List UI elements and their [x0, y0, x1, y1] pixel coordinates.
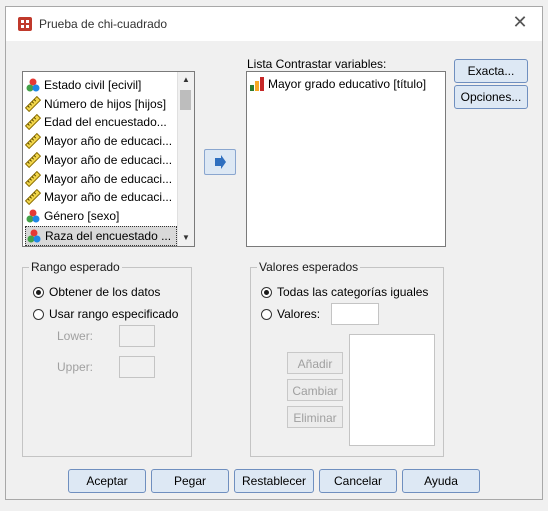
scale-icon	[24, 132, 42, 150]
source-item-label: Estado civil [ecivil]	[44, 78, 142, 92]
expected-range-group: Rango esperado Obtener de los datos Usar…	[22, 260, 192, 457]
list-item[interactable]: Mayor año de educaci...	[24, 151, 173, 169]
scale-icon	[24, 95, 42, 112]
arrow-right-icon	[215, 155, 226, 169]
radio-dot-icon	[33, 308, 44, 320]
expected-values-legend: Valores esperados	[257, 260, 361, 274]
values-input[interactable]	[331, 303, 379, 325]
radio-label: Todas las categorías iguales	[277, 285, 429, 299]
source-item-label: Mayor año de educaci...	[44, 190, 173, 205]
lower-input[interactable]	[119, 325, 155, 347]
move-variable-button[interactable]	[204, 149, 236, 175]
exact-button[interactable]: Exacta...	[454, 59, 528, 83]
scale-icon	[24, 170, 42, 187]
nominal-icon	[26, 228, 42, 244]
close-icon[interactable]: ✕	[510, 12, 530, 33]
source-item-label: Número de hijos [hijos]	[44, 96, 167, 111]
list-item[interactable]: Edad del encuestado...	[24, 113, 167, 131]
source-item-label: Mayor año de educaci...	[44, 152, 173, 167]
source-item-label: Mayor año de educaci...	[44, 171, 173, 186]
target-item-label: Mayor grado educativo [título]	[268, 77, 427, 91]
source-list-scrollbar[interactable]: ▲ ▼	[177, 72, 194, 246]
upper-input[interactable]	[119, 356, 155, 378]
expected-values-group: Valores esperados Todas las categorías i…	[250, 260, 444, 457]
add-button[interactable]: Añadir	[287, 352, 343, 374]
list-item[interactable]: Mayor grado educativo [título]	[249, 75, 426, 93]
radio-label: Usar rango especificado	[49, 307, 179, 321]
source-item-label: Edad del encuestado...	[44, 115, 167, 130]
source-item-label: Género [sexo]	[44, 208, 120, 223]
scroll-up-icon[interactable]: ▲	[178, 72, 194, 88]
radio-values[interactable]: Valores:	[261, 307, 320, 321]
title-bar: Prueba de chi-cuadrado ✕	[6, 7, 542, 41]
list-item[interactable]: Número de hijos [hijos]	[24, 95, 167, 113]
list-item[interactable]: Mayor año de educaci...	[24, 132, 173, 150]
target-list-label: Lista Contrastar variables:	[247, 57, 387, 71]
source-variable-list[interactable]: Estado civil [ecivil] Número de hijos [hi…	[22, 71, 195, 247]
change-button[interactable]: Cambiar	[287, 379, 343, 401]
upper-label: Upper:	[57, 360, 94, 374]
scale-icon	[24, 189, 42, 206]
radio-dot-icon	[33, 286, 44, 298]
scale-icon	[24, 151, 42, 168]
radio-dot-icon	[261, 286, 272, 298]
ok-button[interactable]: Aceptar	[68, 469, 146, 493]
lower-label: Lower:	[57, 329, 94, 343]
radio-label: Obtener de los datos	[49, 285, 161, 299]
nominal-icon	[25, 77, 41, 93]
reset-button[interactable]: Restablecer	[234, 469, 314, 493]
scroll-thumb[interactable]	[180, 90, 191, 110]
list-item[interactable]: Estado civil [ecivil]	[25, 76, 141, 94]
radio-dot-icon	[261, 308, 272, 320]
radio-label: Valores:	[277, 307, 321, 321]
paste-button[interactable]: Pegar	[151, 469, 229, 493]
remove-button[interactable]: Eliminar	[287, 406, 343, 428]
expected-values-list[interactable]	[349, 334, 435, 446]
window-title: Prueba de chi-cuadrado	[39, 17, 168, 31]
test-variable-list[interactable]: Mayor grado educativo [título]	[246, 71, 446, 247]
expected-range-legend: Rango esperado	[29, 260, 122, 274]
scale-icon	[24, 114, 42, 131]
list-item[interactable]: Mayor año de educaci...	[24, 170, 173, 188]
help-button[interactable]: Ayuda	[402, 469, 480, 493]
chi-square-dialog: Prueba de chi-cuadrado ✕ Estado civil [e…	[5, 6, 543, 500]
list-item[interactable]: Género [sexo]	[25, 207, 119, 225]
list-item[interactable]: Mayor año de educaci...	[24, 188, 173, 206]
radio-all-categories-equal[interactable]: Todas las categorías iguales	[261, 285, 428, 299]
radio-from-data[interactable]: Obtener de los datos	[33, 285, 160, 299]
radio-specified-range[interactable]: Usar rango especificado	[33, 307, 178, 321]
cancel-button[interactable]: Cancelar	[319, 469, 397, 493]
list-item[interactable]: Raza del encuestado ...	[25, 225, 177, 246]
nominal-icon	[25, 208, 41, 224]
source-item-label: Mayor año de educaci...	[44, 134, 173, 149]
app-icon	[18, 17, 32, 31]
source-item-label: Raza del encuestado ...	[45, 228, 172, 243]
options-button[interactable]: Opciones...	[454, 85, 528, 109]
ordinal-icon	[249, 76, 265, 92]
scroll-down-icon[interactable]: ▼	[178, 230, 194, 246]
